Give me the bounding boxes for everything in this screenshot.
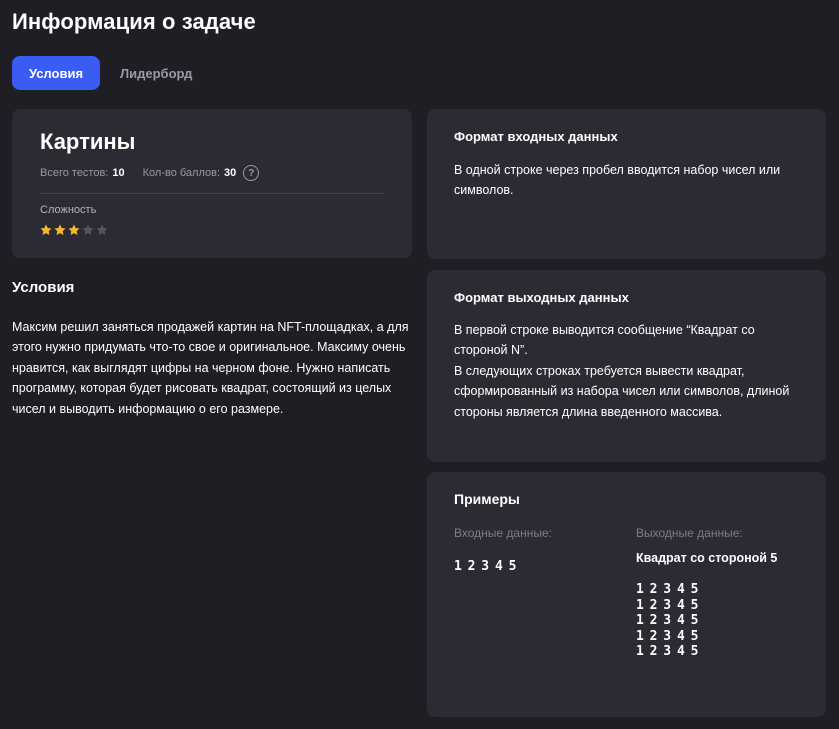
output-format-text: В первой строке выводится сообщение “Ква… [454, 320, 804, 422]
example-input-value: 1 2 3 4 5 [454, 559, 517, 574]
example-output-line: 1 2 3 4 5 [636, 644, 699, 659]
example-output-label: Выходные данные: [636, 526, 743, 540]
input-format-heading: Формат входных данных [454, 129, 618, 144]
star-icon [40, 224, 52, 236]
divider [40, 193, 384, 194]
output-format-card: Формат выходных данных В первой строке в… [427, 270, 826, 462]
tests-count-label: Всего тестов: [40, 167, 109, 179]
output-format-heading: Формат выходных данных [454, 290, 629, 305]
star-icon [82, 224, 94, 236]
example-output-title: Квадрат со стороной 5 [636, 551, 778, 565]
difficulty-label: Сложность [40, 204, 97, 216]
star-icon [96, 224, 108, 236]
star-icon [54, 224, 66, 236]
tests-count-value: 10 [112, 167, 125, 179]
task-name: Картины [40, 129, 136, 154]
output-format-line-1: В первой строке выводится сообщение “Ква… [454, 323, 755, 358]
task-stats: Всего тестов: 10 Кол-во баллов: 30 ? [40, 165, 260, 181]
example-output-line: 1 2 3 4 5 [636, 628, 699, 644]
points-value: 30 [224, 167, 237, 179]
task-summary-card: Картины Всего тестов: 10 Кол-во баллов: … [12, 109, 412, 258]
output-format-line-2: В следующих строках требуется вывести кв… [454, 363, 790, 419]
star-icon [68, 224, 80, 236]
tab-conditions[interactable]: Условия [12, 56, 100, 90]
conditions-heading: Условия [12, 279, 75, 296]
input-format-card: Формат входных данных В одной строке чер… [427, 109, 826, 259]
example-output-lines: 1 2 3 4 5 1 2 3 4 5 1 2 3 4 5 1 2 3 4 5 … [636, 582, 698, 660]
example-output-line: 1 2 3 4 5 [636, 582, 699, 597]
question-circle-icon[interactable]: ? [243, 165, 260, 181]
points-label: Кол-во баллов: [142, 167, 221, 179]
tab-bar: Условия Лидерборд [12, 56, 208, 90]
example-output-line: 1 2 3 4 5 [636, 597, 699, 613]
example-input-label: Входные данные: [454, 526, 552, 540]
task-info-page: Информация о задаче Условия Лидерборд Ка… [0, 0, 839, 729]
page-title: Информация о задаче [12, 9, 256, 34]
example-output-line: 1 2 3 4 5 [636, 613, 699, 628]
tab-leaderboard[interactable]: Лидерборд [104, 56, 208, 90]
input-format-text: В одной строке через пробел вводится наб… [454, 163, 781, 198]
conditions-text: Максим решил заняться продажей картин на… [12, 320, 409, 416]
difficulty-stars [39, 223, 109, 237]
examples-card: Примеры Входные данные: Выходные данные:… [427, 472, 826, 717]
examples-heading: Примеры [454, 491, 520, 507]
